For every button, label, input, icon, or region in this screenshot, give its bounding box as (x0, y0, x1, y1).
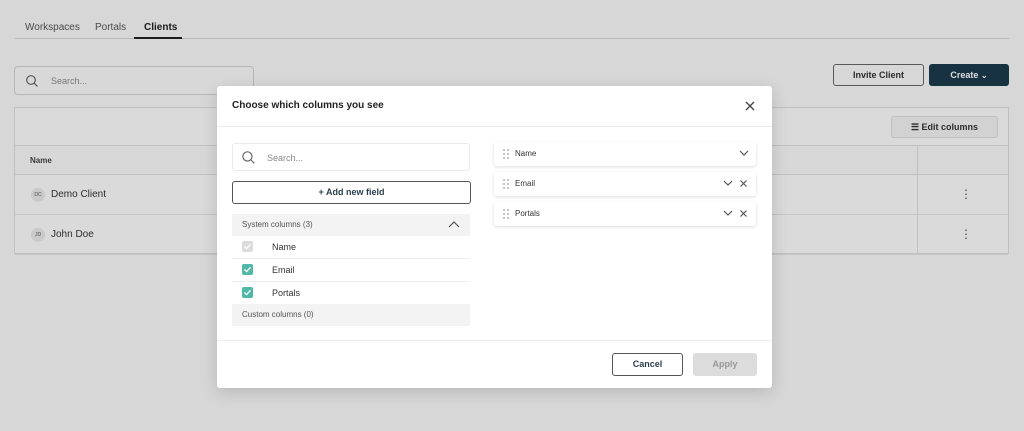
chevron-up-icon (448, 221, 460, 228)
system-columns-section-toggle[interactable]: System columns (3) (232, 214, 470, 236)
name-checkbox (242, 241, 253, 252)
chevron-down-icon[interactable] (723, 209, 733, 217)
column-option-portals[interactable]: Portals (232, 282, 470, 305)
check-icon (244, 289, 251, 296)
close-icon[interactable] (743, 99, 757, 113)
drag-handle-icon[interactable] (502, 178, 510, 190)
apply-button[interactable]: Apply (693, 353, 757, 376)
choose-columns-modal: Choose which columns you see Search... +… (217, 86, 772, 388)
check-icon (244, 243, 251, 250)
selected-column-portals[interactable]: Portals (494, 202, 756, 226)
email-checkbox[interactable] (242, 264, 253, 275)
custom-columns-section[interactable]: Custom columns (0) (232, 304, 470, 326)
remove-icon[interactable] (739, 209, 748, 218)
custom-columns-label: Custom columns (0) (242, 310, 314, 319)
chevron-down-icon[interactable] (739, 149, 749, 157)
selected-column-email[interactable]: Email (494, 172, 756, 196)
drag-handle-icon[interactable] (502, 208, 510, 220)
portals-checkbox[interactable] (242, 287, 253, 298)
selected-column-name[interactable]: Name (494, 142, 756, 166)
column-option-email[interactable]: Email (232, 259, 470, 282)
modal-title: Choose which columns you see (232, 100, 384, 111)
system-columns-label: System columns (3) (242, 220, 313, 229)
modal-header: Choose which columns you see (217, 86, 772, 127)
column-option-label: Email (272, 265, 295, 275)
search-icon (242, 151, 255, 164)
column-option-name: Name (232, 236, 470, 259)
column-search-input[interactable]: Search... (232, 143, 470, 171)
remove-icon[interactable] (739, 179, 748, 188)
modal-footer: Cancel Apply (217, 340, 772, 388)
column-option-label: Portals (272, 288, 301, 298)
column-option-label: Name (272, 242, 297, 252)
check-icon (244, 266, 251, 273)
drag-handle-icon[interactable] (502, 148, 510, 160)
chevron-down-icon[interactable] (723, 179, 733, 187)
selected-column-label: Portals (515, 209, 540, 218)
selected-column-label: Email (515, 179, 536, 188)
search-placeholder: Search... (267, 153, 304, 163)
selected-column-label: Name (515, 149, 537, 158)
add-new-field-button[interactable]: + Add new field (232, 181, 471, 204)
cancel-button[interactable]: Cancel (612, 353, 683, 376)
